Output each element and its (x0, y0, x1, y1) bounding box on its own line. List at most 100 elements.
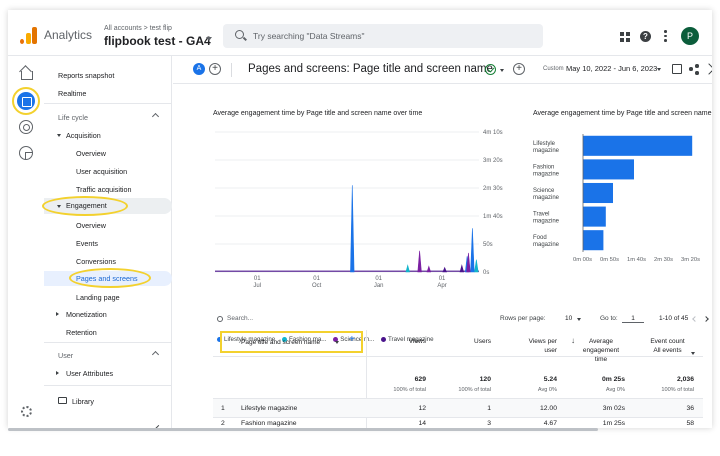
home-icon[interactable] (19, 66, 33, 80)
date-range-picker[interactable]: May 10, 2022 - Jun 6, 2023 (566, 64, 657, 73)
goto-page-input[interactable]: 1 (622, 315, 644, 323)
y-tick-label: 2m 30s (483, 186, 503, 192)
pages-screens-highlight (69, 268, 151, 288)
advertising-icon[interactable] (19, 146, 33, 160)
analytics-logo-icon[interactable] (20, 26, 38, 44)
prev-page-icon[interactable] (692, 316, 698, 322)
apps-grid-icon[interactable] (620, 32, 630, 42)
divider (231, 63, 232, 77)
col-event-count[interactable]: Event count All events (641, 337, 694, 355)
search-icon (217, 316, 223, 322)
reports-sidebar: Reports snapshot Realtime Life cycle Acq… (42, 56, 172, 428)
row-event-count: 58 (686, 420, 694, 427)
divider (44, 103, 172, 104)
main-content: A + Pages and screens: Page title and sc… (173, 56, 712, 428)
sidebar-section-user[interactable]: User (58, 350, 168, 360)
row-name[interactable]: Lifestyle magazine (241, 405, 297, 412)
y-tick-label: 4m 10s (483, 130, 503, 136)
left-rail (8, 56, 44, 428)
series-spike (405, 264, 410, 273)
expand-triangle-icon[interactable] (56, 371, 59, 375)
table-row[interactable]: 2 Fashion magazine 14 3 4.67 1m 25s 58 (213, 418, 703, 428)
series-spike (459, 264, 465, 273)
total-views-per-user: 5.24 (543, 376, 557, 383)
table-search-input[interactable]: Search... (227, 315, 253, 322)
col-views[interactable]: Views (373, 337, 426, 346)
horizontal-scrollbar[interactable] (8, 428, 598, 431)
search-icon (235, 30, 244, 39)
x-tick-label: 3m 20s (681, 257, 700, 263)
date-caret-icon[interactable] (657, 68, 661, 71)
expand-triangle-icon[interactable] (57, 134, 61, 137)
bar (583, 135, 693, 156)
row-name[interactable]: Fashion magazine (241, 420, 297, 427)
search-placeholder[interactable]: Try searching "Data Streams" (253, 31, 365, 41)
sidebar-section-life-cycle[interactable]: Life cycle (58, 112, 168, 122)
share-icon[interactable] (689, 64, 699, 75)
sort-arrow-icon[interactable]: ↓ (571, 336, 575, 345)
row-index: 1 (221, 405, 225, 412)
avatar[interactable]: P (681, 27, 699, 45)
comparison-badge[interactable]: A (193, 63, 205, 75)
chevron-down-icon[interactable] (577, 318, 581, 321)
category-label: magazine (533, 242, 560, 248)
chevron-down-icon[interactable] (335, 341, 339, 344)
series-spike (442, 266, 447, 273)
top-bar: Analytics All accounts > test flip flipb… (8, 10, 712, 56)
row-users: 1 (487, 405, 491, 412)
total-views: 629 (414, 376, 426, 383)
col-avg-engagement[interactable]: Average engagement time (577, 337, 625, 364)
sidebar-item-realtime[interactable]: Realtime (58, 89, 186, 98)
add-icon[interactable]: + (513, 63, 525, 75)
report-header: A + Pages and screens: Page title and sc… (173, 56, 712, 84)
total-sub: Avg 0% (605, 387, 625, 393)
expand-triangle-icon[interactable] (56, 312, 59, 316)
rows-per-page-select[interactable]: 10 (565, 315, 572, 322)
x-tick-label: 0m 50s (600, 257, 619, 263)
series-spike (417, 250, 422, 273)
bar (583, 182, 613, 204)
row-avg-engagement: 3m 02s (602, 405, 625, 412)
explore-icon[interactable] (19, 120, 33, 134)
insights-icon[interactable] (703, 63, 712, 75)
rows-per-page-label: Rows per page: (500, 315, 546, 322)
bar-chart-title: Average engagement time by Page title an… (533, 110, 712, 117)
global-search[interactable]: Try searching "Data Streams" (223, 24, 543, 48)
settings-gear-icon[interactable] (21, 406, 32, 417)
divider (44, 342, 172, 343)
category-label: Fashion (533, 164, 554, 170)
property-selector[interactable]: flipbook test - GA4 (104, 34, 211, 48)
dimension-header[interactable]: Page title and screen name (241, 338, 341, 347)
divider (213, 356, 703, 357)
edit-icon[interactable] (672, 64, 682, 74)
add-dimension-icon[interactable]: + (349, 334, 355, 345)
section-label: Life cycle (58, 113, 88, 122)
category-label: Travel (533, 212, 549, 218)
col-views-per-user[interactable]: Views per user (503, 337, 557, 355)
y-tick-label: 0s (483, 270, 489, 276)
next-page-icon[interactable] (703, 316, 709, 322)
table-row[interactable]: 1 Lifestyle magazine 12 1 12.00 3m 02s 3… (213, 399, 703, 417)
bar-chart: LifestylemagazineFashionmagazineSciencem… (533, 134, 700, 263)
check-circle-icon[interactable] (485, 64, 496, 75)
col-users[interactable]: Users (435, 337, 491, 346)
chevron-down-icon[interactable] (691, 352, 695, 355)
help-icon[interactable]: ? (640, 31, 651, 42)
chevron-down-icon[interactable] (500, 69, 504, 72)
property-caret-icon[interactable] (206, 37, 212, 41)
table-toolbar: Search... Rows per page: 10 Go to: 1 1-1… (213, 314, 712, 328)
x-tick-label: 0m 00s (573, 257, 592, 263)
x-tick-label: Jan (374, 283, 384, 289)
category-label: magazine (533, 148, 560, 154)
sidebar-item-reports-snapshot[interactable]: Reports snapshot (58, 71, 186, 80)
more-vert-icon[interactable] (664, 30, 667, 43)
account-breadcrumb[interactable]: All accounts > test flip (104, 25, 172, 32)
category-label: Lifestyle (533, 141, 556, 147)
row-views: 14 (418, 420, 426, 427)
series-spike (474, 259, 479, 273)
series-spike (350, 185, 355, 273)
line-chart: 4m 10s3m 20s2m 30s1m 40s50s0s01Jul01Oct0… (215, 130, 503, 289)
add-comparison-icon[interactable]: + (209, 63, 221, 75)
row-event-count: 36 (686, 405, 694, 412)
divider (44, 385, 172, 386)
